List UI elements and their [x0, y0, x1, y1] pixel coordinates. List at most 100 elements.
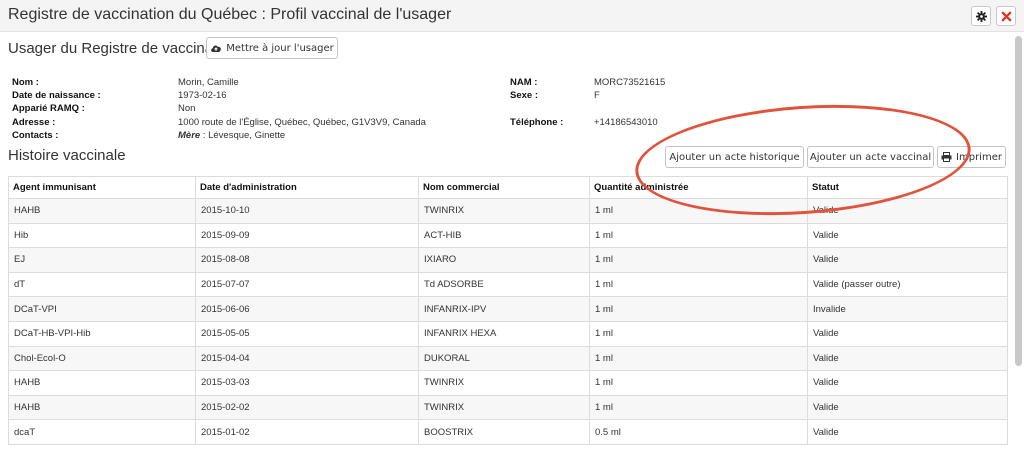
column-header[interactable]: Quantité administrée: [589, 176, 808, 199]
gear-icon: [976, 11, 987, 22]
table-cell: dT: [8, 271, 196, 298]
table-cell: Valide: [807, 345, 1008, 372]
table-cell: INFANRIX-IPV: [418, 296, 590, 322]
table-row[interactable]: HAHB 2015-03-03 TWINRIX 1 ml Valide: [8, 370, 1008, 396]
title-bar: Registre de vaccination du Québec : Prof…: [0, 0, 1024, 32]
printer-icon: [941, 152, 952, 162]
table-cell: 1 ml: [589, 394, 808, 421]
birthdate-value: 1973-02-16: [178, 90, 227, 101]
table-cell: 2015-06-06: [195, 296, 419, 322]
table-row[interactable]: DCaT-VPI 2015-06-06 INFANRIX-IPV 1 ml Invali…: [8, 296, 1008, 322]
contact-name: : Lévesque, Ginette: [200, 130, 286, 141]
print-button[interactable]: Imprimer: [937, 146, 1006, 168]
table-cell: Valide: [807, 394, 1008, 421]
table-cell: Valide (passer outre): [807, 271, 1008, 298]
table-cell: INFANRIX HEXA: [418, 320, 590, 347]
table-cell: Valide: [807, 370, 1008, 396]
settings-button[interactable]: [971, 6, 991, 26]
table-cell: 2015-08-08: [195, 247, 419, 273]
add-vaccinal-button[interactable]: Ajouter un acte vaccinal: [807, 146, 934, 168]
contacts-value: Mère : Lévesque, Ginette: [178, 129, 285, 142]
table-cell: HAHB: [8, 394, 196, 421]
contact-role: Mère: [178, 130, 201, 141]
column-header[interactable]: Agent immunisant: [8, 176, 196, 199]
vaccination-table-body: HAHB 2015-10-10 TWINRIX 1 ml Valide Hib 2015-0…: [8, 198, 1008, 445]
table-cell: Invalide: [807, 296, 1008, 322]
telephone-value: +14186543010: [594, 117, 658, 128]
telephone-label: Téléphone :: [510, 117, 564, 128]
adresse-label: Adresse :: [12, 117, 56, 128]
column-header[interactable]: Date d'administration: [195, 176, 419, 199]
update-user-label: Mettre à jour l'usager: [226, 42, 334, 54]
table-cell: 2015-01-02: [195, 419, 419, 445]
add-historique-button[interactable]: Ajouter un acte historique: [665, 146, 804, 168]
table-cell: 2015-04-04: [195, 345, 419, 372]
table-cell: DUKORAL: [418, 345, 590, 372]
table-cell: 1 ml: [589, 198, 808, 224]
table-cell: Chol-Ecol-O: [8, 345, 196, 372]
close-button[interactable]: [996, 6, 1016, 26]
table-cell: EJ: [8, 247, 196, 273]
table-cell: 2015-10-10: [195, 198, 419, 224]
ramq-label: Apparié RAMQ :: [12, 103, 85, 114]
table-cell: Valide: [807, 419, 1008, 445]
table-cell: Hib: [8, 222, 196, 249]
table-cell: Valide: [807, 198, 1008, 224]
table-cell: DCaT-HB-VPI-Hib: [8, 320, 196, 347]
table-row[interactable]: DCaT-HB-VPI-Hib 2015-05-05 INFANRIX HEXA 1 …: [8, 320, 1008, 347]
adresse-value: 1000 route de l'Église, Québec, Québec, …: [178, 117, 426, 128]
column-header[interactable]: Nom commercial: [418, 176, 590, 199]
table-cell: 1 ml: [589, 247, 808, 273]
table-cell: 1 ml: [589, 345, 808, 372]
sexe-label: Sexe :: [510, 90, 538, 101]
update-user-button[interactable]: Mettre à jour l'usager: [206, 37, 338, 59]
histoire-section-title: Histoire vaccinale: [8, 147, 126, 164]
table-cell: Valide: [807, 247, 1008, 273]
table-cell: 2015-03-03: [195, 370, 419, 396]
table-cell: IXIARO: [418, 247, 590, 273]
table-cell: dcaT: [8, 419, 196, 445]
nom-label: Nom :: [12, 77, 39, 88]
table-cell: TWINRIX: [418, 370, 590, 396]
table-cell: 1 ml: [589, 222, 808, 249]
sexe-value: F: [594, 90, 600, 101]
print-label: Imprimer: [956, 151, 1002, 163]
close-icon: [1001, 11, 1012, 22]
birthdate-label: Date de naissance :: [12, 90, 101, 101]
table-cell: 2015-05-05: [195, 320, 419, 347]
table-row[interactable]: HAHB 2015-10-10 TWINRIX 1 ml Valide: [8, 198, 1008, 224]
table-cell: 2015-02-02: [195, 394, 419, 421]
table-row[interactable]: dT 2015-07-07 Td ADSORBE 1 ml Valide (passer…: [8, 271, 1008, 298]
table-row[interactable]: Chol-Ecol-O 2015-04-04 DUKORAL 1 ml Valide: [8, 345, 1008, 372]
table-cell: Valide: [807, 222, 1008, 249]
table-cell: 2015-07-07: [195, 271, 419, 298]
table-cell: 2015-09-09: [195, 222, 419, 249]
table-cell: BOOSTRIX: [418, 419, 590, 445]
nam-value: MORC73521615: [594, 77, 666, 88]
window-title: Registre de vaccination du Québec : Prof…: [8, 6, 452, 23]
nam-label: NAM :: [510, 77, 538, 88]
table-cell: HAHB: [8, 198, 196, 224]
table-row[interactable]: Hib 2015-09-09 ACT-HIB 1 ml Valide: [8, 222, 1008, 249]
table-cell: ACT-HIB: [418, 222, 590, 249]
table-header-row: Agent immunisant Date d'administration N…: [8, 176, 1008, 199]
table-cell: 1 ml: [589, 320, 808, 347]
table-row[interactable]: HAHB 2015-02-02 TWINRIX 1 ml Valide: [8, 394, 1008, 421]
table-cell: HAHB: [8, 370, 196, 396]
table-cell: 0.5 ml: [589, 419, 808, 445]
table-row[interactable]: dcaT 2015-01-02 BOOSTRIX 0.5 ml Valide: [8, 419, 1008, 445]
table-cell: Td ADSORBE: [418, 271, 590, 298]
scrollbar[interactable]: [1015, 36, 1022, 366]
usager-section-title: Usager du Registre de vaccination: [8, 40, 238, 57]
table-row[interactable]: EJ 2015-08-08 IXIARO 1 ml Valide: [8, 247, 1008, 273]
cloud-upload-icon: [211, 45, 222, 52]
table-cell: TWINRIX: [418, 394, 590, 421]
table-cell: DCaT-VPI: [8, 296, 196, 322]
contacts-label: Contacts :: [12, 130, 59, 141]
table-cell: TWINRIX: [418, 198, 590, 224]
vaccination-table: Agent immunisant Date d'administration N…: [8, 176, 1008, 445]
nom-value: Morin, Camille: [178, 77, 239, 88]
table-cell: 1 ml: [589, 271, 808, 298]
column-header[interactable]: Statut: [807, 176, 1008, 199]
ramq-value: Non: [178, 103, 196, 114]
